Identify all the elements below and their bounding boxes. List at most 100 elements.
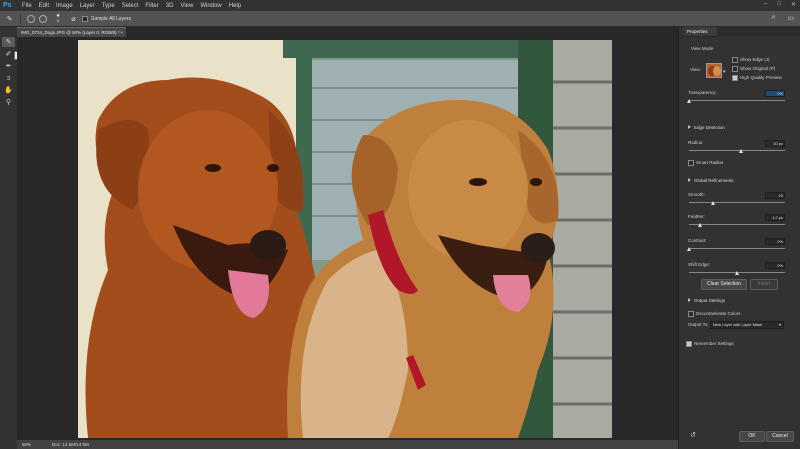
invert-button[interactable]: Invert bbox=[750, 279, 778, 290]
subtract-selection-icon[interactable] bbox=[39, 14, 47, 23]
smooth-label: Smooth: bbox=[688, 192, 705, 197]
zoom-level[interactable]: 50% bbox=[22, 442, 46, 447]
global-refinements-title: Global Refinements bbox=[694, 178, 734, 183]
menu-edit[interactable]: Edit bbox=[39, 3, 49, 9]
contrast-slider-track[interactable] bbox=[689, 248, 785, 249]
menu-layer[interactable]: Layer bbox=[80, 3, 95, 9]
brush-tool-icon[interactable]: ✒ bbox=[2, 61, 15, 71]
show-original-label: Show Original (P) bbox=[740, 66, 776, 71]
high-quality-preview-checkbox[interactable] bbox=[732, 75, 738, 81]
edge-detection-header[interactable]: Edge Detection bbox=[688, 125, 725, 130]
menu-filter[interactable]: Filter bbox=[145, 3, 158, 9]
output-settings-header[interactable]: Output Settings bbox=[688, 298, 725, 303]
menu-image[interactable]: Image bbox=[56, 3, 73, 9]
ok-button[interactable]: OK bbox=[739, 431, 765, 442]
transparency-slider-track[interactable] bbox=[689, 100, 785, 101]
reset-icon[interactable]: ↺ bbox=[690, 431, 696, 439]
smart-radius-checkbox[interactable] bbox=[688, 160, 694, 166]
smooth-value[interactable]: 25 bbox=[765, 192, 785, 199]
status-bar: 50% Doc: 14.5M/14.5M bbox=[17, 440, 678, 449]
brush-picker-icon[interactable]: ● 5 bbox=[52, 13, 64, 23]
radius-value[interactable]: 10 px bbox=[765, 140, 785, 147]
show-original-checkbox[interactable] bbox=[732, 66, 738, 72]
radius-slider-track[interactable] bbox=[689, 150, 785, 151]
feather-label: Feather: bbox=[688, 214, 705, 219]
zoom-tool-icon[interactable]: ⚲ bbox=[2, 97, 15, 107]
collapse-triangle-icon bbox=[688, 178, 691, 182]
collapse-triangle-icon bbox=[688, 298, 691, 302]
feather-slider-track[interactable] bbox=[689, 224, 785, 225]
chevron-down-icon[interactable]: ▾ bbox=[723, 69, 726, 75]
chevron-down-icon: ▾ bbox=[778, 322, 781, 327]
feather-slider-knob[interactable] bbox=[698, 223, 703, 227]
menu-window[interactable]: Window bbox=[200, 3, 221, 9]
transparency-slider-knob[interactable] bbox=[686, 99, 691, 103]
options-bar: ✎ ● 5 ⌀ Sample All Layers ⌕ ▭ bbox=[0, 11, 800, 27]
search-icon[interactable]: ⌕ bbox=[771, 14, 775, 22]
transparency-value[interactable]: 0% bbox=[765, 90, 785, 97]
shift-edge-slider-knob[interactable] bbox=[734, 271, 739, 275]
edge-detection-title: Edge Detection bbox=[694, 125, 725, 130]
tab-properties[interactable]: Properties bbox=[684, 27, 717, 37]
view-mode-preview-icon bbox=[708, 66, 721, 76]
feather-value[interactable]: 1.2 px bbox=[765, 214, 785, 221]
transparency-label: Transparency: bbox=[688, 90, 717, 95]
show-edge-label: Show Edge (J) bbox=[740, 57, 770, 62]
smooth-slider-track[interactable] bbox=[689, 202, 785, 203]
dogs-photo bbox=[78, 40, 612, 438]
menu-type[interactable]: Type bbox=[102, 3, 115, 9]
close-tab-icon[interactable]: × bbox=[120, 28, 123, 37]
collapse-triangle-icon bbox=[688, 125, 691, 129]
document-image[interactable] bbox=[78, 40, 612, 438]
output-to-select[interactable]: New Layer with Layer Mask ▾ bbox=[710, 321, 784, 329]
close-window-button[interactable]: ✕ bbox=[791, 1, 796, 8]
smooth-slider-knob[interactable] bbox=[710, 201, 715, 205]
window-controls: – □ ✕ bbox=[764, 1, 796, 8]
minimize-button[interactable]: – bbox=[764, 1, 767, 8]
photoshop-logo: Ps bbox=[3, 2, 12, 9]
maximize-button[interactable]: □ bbox=[777, 1, 781, 8]
clear-selection-button[interactable]: Clear Selection bbox=[701, 279, 747, 290]
view-mode-thumbnail[interactable] bbox=[706, 63, 722, 78]
options-right-icons: ⌕ ▭ bbox=[771, 14, 794, 22]
menu-select[interactable]: Select bbox=[122, 3, 139, 9]
shift-edge-value[interactable]: 0% bbox=[765, 262, 785, 269]
remember-settings-checkbox[interactable] bbox=[686, 341, 692, 347]
radius-slider-knob[interactable] bbox=[739, 149, 744, 153]
canvas-area[interactable] bbox=[17, 37, 678, 439]
decontaminate-colors-checkbox[interactable] bbox=[688, 311, 694, 317]
output-to-label: Output To: bbox=[688, 322, 709, 327]
menu-view[interactable]: View bbox=[180, 3, 193, 9]
workspace-icon[interactable]: ▭ bbox=[787, 14, 794, 22]
output-to-value: New Layer with Layer Mask bbox=[713, 322, 763, 327]
smart-radius-label: Smart Radius bbox=[696, 160, 724, 165]
menu-3d[interactable]: 3D bbox=[166, 3, 174, 9]
sample-all-layers-checkbox[interactable] bbox=[82, 15, 88, 22]
new-selection-icon[interactable] bbox=[27, 14, 35, 23]
options-separator bbox=[20, 13, 21, 24]
output-settings-title: Output Settings bbox=[694, 298, 726, 303]
quick-selection-tool-icon[interactable]: ✎ bbox=[5, 14, 14, 23]
menu-file[interactable]: File bbox=[22, 3, 32, 9]
view-label: View: bbox=[690, 67, 701, 72]
document-tab[interactable]: IMG_0734_Dogs.JPG @ 50% (Layer 0, RGB/8)… bbox=[17, 27, 126, 37]
shift-edge-label: Shift Edge: bbox=[688, 262, 711, 267]
menu-help[interactable]: Help bbox=[229, 3, 241, 9]
quick-selection-tool-icon[interactable]: ✎ bbox=[2, 37, 15, 47]
contrast-slider-knob[interactable] bbox=[686, 247, 691, 251]
properties-tab-bar: Properties bbox=[684, 27, 800, 37]
radius-label: Radius: bbox=[688, 140, 704, 145]
contrast-value[interactable]: 0% bbox=[765, 238, 785, 245]
contrast-label: Contrast: bbox=[688, 238, 707, 243]
brush-angle-icon[interactable]: ⌀ bbox=[69, 14, 78, 23]
cancel-button[interactable]: Cancel bbox=[766, 431, 794, 442]
global-refinements-header[interactable]: Global Refinements bbox=[688, 178, 734, 183]
remember-settings-label: Remember Settings bbox=[694, 341, 734, 346]
view-mode-label: View Mode bbox=[691, 46, 714, 51]
lasso-tool-icon[interactable]: ↄ bbox=[2, 73, 15, 83]
properties-panel: Properties View Mode View: ▾ Show Edge (… bbox=[684, 27, 800, 449]
hand-tool-icon[interactable]: ✋ bbox=[2, 85, 15, 95]
document-info: Doc: 14.5M/14.5M bbox=[52, 442, 89, 447]
show-edge-checkbox[interactable] bbox=[732, 57, 738, 63]
high-quality-preview-label: High Quality Preview bbox=[740, 75, 782, 80]
